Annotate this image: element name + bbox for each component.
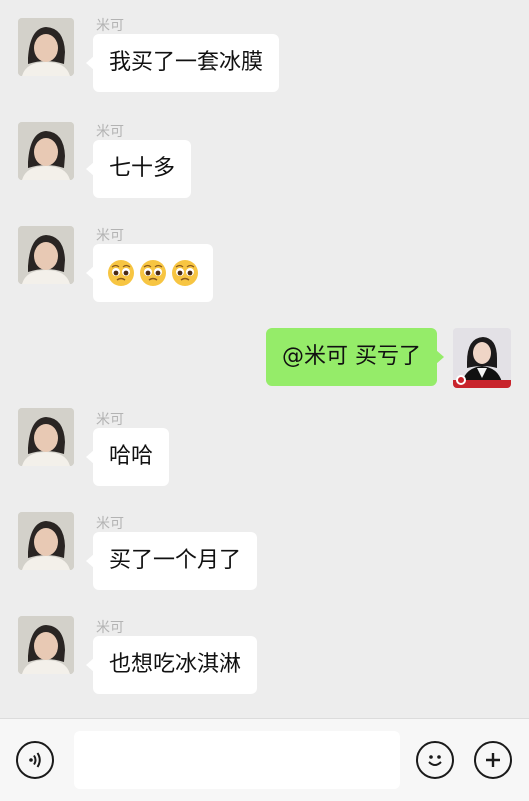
message-row: 米可 我买了一套冰膜 — [0, 14, 529, 106]
message-row: 米可 也想吃冰淇淋 — [0, 616, 529, 708]
plus-icon — [486, 753, 500, 767]
voice-button[interactable] — [16, 741, 54, 779]
avatar-self[interactable] — [453, 328, 511, 388]
message-row: 米可 — [0, 224, 529, 316]
sender-name: 米可 — [96, 516, 124, 532]
avatar[interactable] — [18, 512, 74, 570]
emoji-icon — [428, 755, 442, 766]
message-bubble[interactable]: 我买了一套冰膜 — [85, 34, 280, 92]
avatar[interactable] — [18, 122, 74, 180]
message-bubble[interactable]: 买了一个月了 — [85, 532, 258, 590]
avatar[interactable] — [18, 18, 74, 76]
message-bubble[interactable]: 七十多 — [85, 140, 192, 198]
sender-name: 米可 — [96, 412, 124, 428]
message-bubble[interactable]: 哈哈 — [85, 428, 170, 486]
avatar[interactable] — [18, 408, 74, 466]
voice-icon — [29, 752, 41, 768]
message-row: 米可 七十多 — [0, 120, 529, 212]
message-row: 米可 买了一个月了 — [0, 512, 529, 604]
message-bubble[interactable]: 也想吃冰淇淋 — [85, 636, 258, 694]
chat-area: 米可 我买了一套冰膜 米可 七十多 米可 @米可 买亏了 米可 哈哈 米可 买了… — [0, 0, 529, 718]
avatar[interactable] — [18, 616, 74, 674]
sender-name: 米可 — [96, 18, 124, 34]
message-bubble-outgoing[interactable]: @米可 买亏了 — [266, 328, 444, 386]
sender-name: 米可 — [96, 620, 124, 636]
sender-name: 米可 — [96, 228, 124, 244]
message-row: @米可 买亏了 — [0, 328, 529, 392]
pleading-face-icon — [108, 260, 134, 286]
message-row: 米可 哈哈 — [0, 408, 529, 500]
message-bubble[interactable] — [86, 244, 213, 302]
input-bar — [0, 718, 529, 801]
message-input[interactable] — [74, 731, 400, 789]
sender-name: 米可 — [96, 124, 124, 140]
avatar[interactable] — [18, 226, 74, 284]
emoji-button[interactable] — [416, 741, 454, 779]
pleading-face-icon — [140, 260, 166, 286]
pleading-face-icon — [172, 260, 198, 286]
plus-button[interactable] — [474, 741, 512, 779]
